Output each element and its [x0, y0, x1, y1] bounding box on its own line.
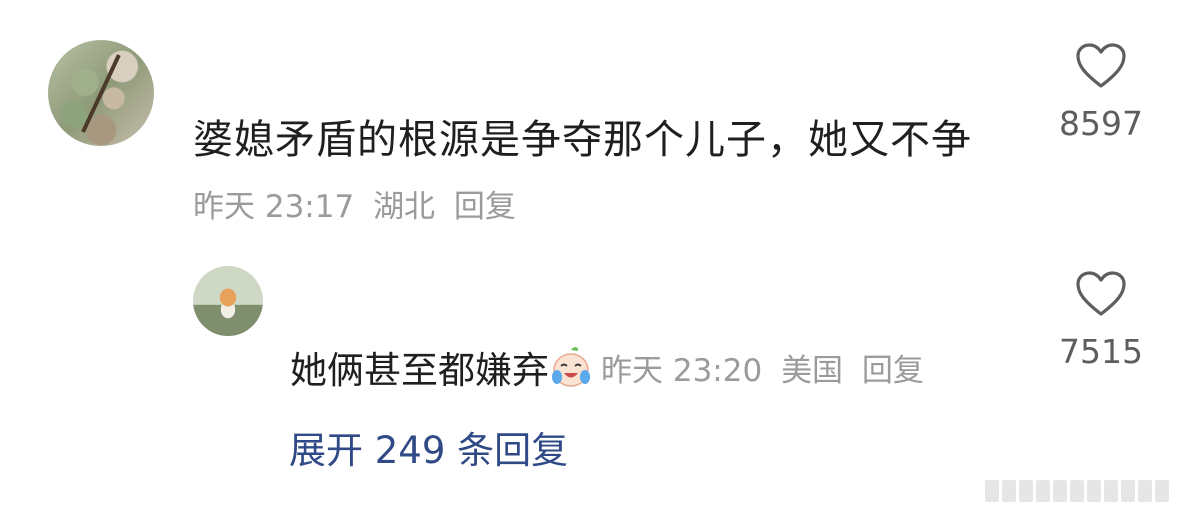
reply-like-button[interactable]: 7515	[1046, 270, 1156, 371]
comment-location: 湖北	[373, 189, 436, 225]
comment-reply-button[interactable]: 回复	[454, 189, 516, 225]
expand-replies-link[interactable]: 展开 249 条回复	[289, 420, 568, 474]
comment-meta: 昨天 23:17 湖北 回复	[193, 181, 525, 226]
watermark	[985, 480, 1169, 502]
comment-time: 昨天 23:17	[193, 189, 355, 225]
heart-icon[interactable]	[1074, 42, 1128, 90]
reply-meta: 昨天 23:20 美国 回复	[601, 345, 933, 390]
reply-reply-button[interactable]: 回复	[862, 353, 924, 389]
reply-text: 她俩甚至都嫌弃	[290, 349, 549, 392]
comment-text: 婆媳矛盾的根源是争夺那个儿子，她又不争	[193, 117, 972, 163]
like-count: 7515	[1059, 332, 1143, 371]
crying-laughing-face-icon	[551, 346, 591, 388]
comment-like-button[interactable]: 8597	[1046, 42, 1156, 143]
reply-location: 美国	[781, 352, 844, 389]
commenter-avatar[interactable]	[48, 40, 154, 146]
replier-avatar[interactable]	[193, 266, 263, 336]
heart-icon[interactable]	[1074, 270, 1128, 318]
reply-time: 昨天 23:20	[601, 352, 763, 389]
reply-row: 她俩甚至都嫌弃 昨天 23:20 美国 回复	[290, 340, 933, 394]
like-count: 8597	[1059, 104, 1143, 143]
